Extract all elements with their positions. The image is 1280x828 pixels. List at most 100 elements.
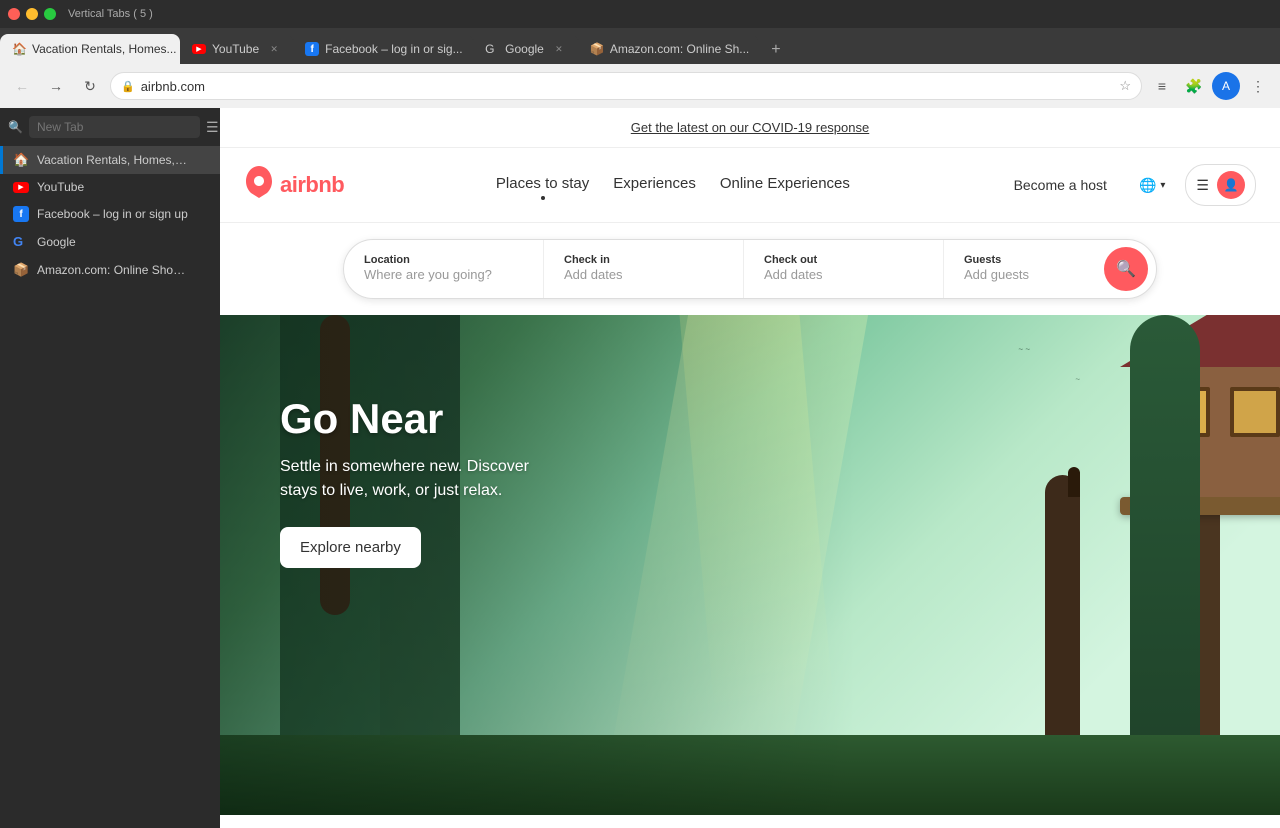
- address-bar[interactable]: 🔒 airbnb.com ☆: [110, 72, 1142, 100]
- tab-airbnb[interactable]: 🏠 Vacation Rentals, Homes... ✕: [0, 34, 180, 64]
- checkin-label: Check in: [564, 254, 723, 266]
- tab-bar: 🏠 Vacation Rentals, Homes... ✕ ▶ YouTube…: [0, 28, 1280, 64]
- nav-link-experiences[interactable]: Experiences: [613, 175, 696, 196]
- tab-youtube-close-icon[interactable]: ✕: [267, 42, 281, 56]
- airbnb-nav-links: Places to stay Experiences Online Experi…: [496, 175, 850, 196]
- tab-amazon-label: Amazon.com: Online Sh...: [610, 42, 749, 56]
- lock-icon: 🔒: [121, 80, 135, 93]
- hero-content: Go Near Settle in somewhere new. Discove…: [280, 395, 560, 568]
- tab-airbnb-label: Vacation Rentals, Homes...: [32, 42, 177, 56]
- forward-button[interactable]: →: [42, 72, 70, 100]
- vertical-tab-search-bar: 🔍 ☰: [0, 108, 220, 146]
- search-bar: Location Where are you going? Check in A…: [343, 239, 1157, 299]
- maximize-button[interactable]: [44, 8, 56, 20]
- location-value: Where are you going?: [364, 267, 492, 282]
- sidebar-item-facebook[interactable]: f Facebook – log in or sign up ✕: [0, 200, 220, 228]
- guests-value: Add guests: [964, 267, 1029, 282]
- extensions-icon[interactable]: 🧩: [1180, 72, 1208, 100]
- google-favicon-icon: G: [485, 42, 499, 56]
- tab-amazon[interactable]: 📦 Amazon.com: Online Sh... ✕: [578, 34, 758, 64]
- sidebar-item-google-label: Google: [37, 235, 188, 249]
- search-icon: 🔍: [1116, 259, 1136, 279]
- location-label: Location: [364, 254, 523, 266]
- guests-field[interactable]: Guests Add guests: [944, 240, 1104, 298]
- airbnb-favicon-icon: 🏠: [12, 42, 26, 56]
- tab-amazon-close-icon[interactable]: ✕: [757, 42, 758, 56]
- guests-label: Guests: [964, 254, 1084, 266]
- airbnb-navbar: airbnb Places to stay Experiences Online…: [220, 148, 1280, 223]
- youtube-favicon-icon: ▶: [192, 44, 206, 54]
- language-selector-button[interactable]: 🌐 ▾: [1131, 169, 1173, 202]
- location-field[interactable]: Location Where are you going?: [344, 240, 544, 298]
- close-button[interactable]: [8, 8, 20, 20]
- user-avatar-icon: 👤: [1217, 171, 1245, 199]
- globe-icon: 🌐: [1139, 177, 1156, 194]
- sidebar-item-youtube[interactable]: ▶ YouTube ✕: [0, 174, 220, 200]
- sidebar-item-airbnb[interactable]: 🏠 Vacation Rentals, Homes, Experie... ✕: [0, 146, 220, 174]
- globe-chevron-icon: ▾: [1160, 180, 1165, 191]
- tab-youtube[interactable]: ▶ YouTube ✕: [180, 34, 293, 64]
- checkout-field[interactable]: Check out Add dates: [744, 240, 944, 298]
- web-content: Get the latest on our COVID-19 response …: [220, 108, 1280, 828]
- vertical-tabs-sidebar: 🔍 ☰ 🏠 Vacation Rentals, Homes, Experie..…: [0, 108, 220, 828]
- omnibar: ← → ↻ 🔒 airbnb.com ☆ ≡ 🧩 A ⋮: [0, 64, 1280, 108]
- airbnb-logo-text: airbnb: [280, 172, 344, 198]
- covid-link[interactable]: Get the latest on our COVID-19 response: [631, 120, 869, 135]
- tab-facebook-label: Facebook – log in or sig...: [325, 42, 462, 56]
- titlebar: Vertical Tabs ( 5 ): [0, 0, 1280, 28]
- hero-subtitle: Settle in somewhere new. Discover stays …: [280, 455, 560, 503]
- browser-chrome: 🏠 Vacation Rentals, Homes... ✕ ▶ YouTube…: [0, 28, 1280, 828]
- back-button[interactable]: ←: [8, 72, 36, 100]
- search-button[interactable]: 🔍: [1104, 247, 1148, 291]
- toolbar-icons: ≡ 🧩 A ⋮: [1148, 72, 1272, 100]
- checkin-field[interactable]: Check in Add dates: [544, 240, 744, 298]
- more-options-icon[interactable]: ⋮: [1244, 72, 1272, 100]
- sidebar-item-youtube-label: YouTube: [37, 180, 188, 194]
- sidebar-item-airbnb-label: Vacation Rentals, Homes, Experie...: [37, 153, 188, 167]
- facebook-favicon-icon: f: [305, 42, 319, 56]
- google-vt-favicon-icon: G: [13, 234, 29, 250]
- hamburger-icon: ☰: [1196, 177, 1209, 194]
- tab-facebook[interactable]: f Facebook – log in or sig... ✕: [293, 34, 473, 64]
- youtube-vt-favicon-icon: ▶: [13, 182, 29, 193]
- airbnb-vt-favicon-icon: 🏠: [13, 152, 29, 168]
- vertical-tabs-menu-icon[interactable]: ☰: [206, 117, 219, 137]
- explore-nearby-button[interactable]: Explore nearby: [280, 527, 421, 568]
- profile-icon[interactable]: A: [1212, 72, 1240, 100]
- sidebar-item-amazon-label: Amazon.com: Online Shopping for El...: [37, 263, 188, 277]
- reload-button[interactable]: ↻: [76, 72, 104, 100]
- nav-link-online-experiences[interactable]: Online Experiences: [720, 175, 850, 196]
- facebook-vt-favicon-icon: f: [13, 206, 29, 222]
- become-host-button[interactable]: Become a host: [1002, 169, 1119, 201]
- sidebar-item-facebook-label: Facebook – log in or sign up: [37, 207, 188, 221]
- tab-google-label: Google: [505, 42, 544, 56]
- checkout-label: Check out: [764, 254, 923, 266]
- checkin-value: Add dates: [564, 267, 623, 282]
- vertical-tabs-label: Vertical Tabs ( 5 ): [68, 8, 153, 20]
- tab-google-close-icon[interactable]: ✕: [552, 42, 566, 56]
- url-text: airbnb.com: [141, 79, 1114, 94]
- sidebar-item-amazon[interactable]: 📦 Amazon.com: Online Shopping for El... …: [0, 256, 220, 284]
- sidebar-item-google[interactable]: G Google ✕: [0, 228, 220, 256]
- search-icon: 🔍: [8, 120, 23, 134]
- add-tab-button[interactable]: +: [762, 36, 790, 64]
- checkout-value: Add dates: [764, 267, 823, 282]
- airbnb-logo[interactable]: airbnb: [244, 166, 344, 205]
- bookmark-icon[interactable]: ☆: [1119, 78, 1131, 94]
- tab-google[interactable]: G Google ✕: [473, 34, 578, 64]
- vertical-tab-search-input[interactable]: [29, 116, 200, 138]
- bottom-cards-section: [220, 815, 1280, 828]
- amazon-vt-favicon-icon: 📦: [13, 262, 29, 278]
- hero-section: ~ ~ ~ Go Near Settle in somewhere new. D…: [220, 315, 1280, 815]
- airbnb-logo-icon: [244, 166, 274, 205]
- minimize-button[interactable]: [26, 8, 38, 20]
- amazon-favicon-icon: 📦: [590, 42, 604, 56]
- covid-banner: Get the latest on our COVID-19 response: [220, 108, 1280, 148]
- nav-link-places[interactable]: Places to stay: [496, 175, 589, 196]
- tab-youtube-label: YouTube: [212, 42, 259, 56]
- user-menu-button[interactable]: ☰ 👤: [1185, 164, 1256, 206]
- airbnb-nav-right: Become a host 🌐 ▾ ☰ 👤: [1002, 164, 1256, 206]
- reading-list-icon[interactable]: ≡: [1148, 72, 1176, 100]
- search-bar-container: Location Where are you going? Check in A…: [220, 223, 1280, 315]
- main-layout: 🔍 ☰ 🏠 Vacation Rentals, Homes, Experie..…: [0, 108, 1280, 828]
